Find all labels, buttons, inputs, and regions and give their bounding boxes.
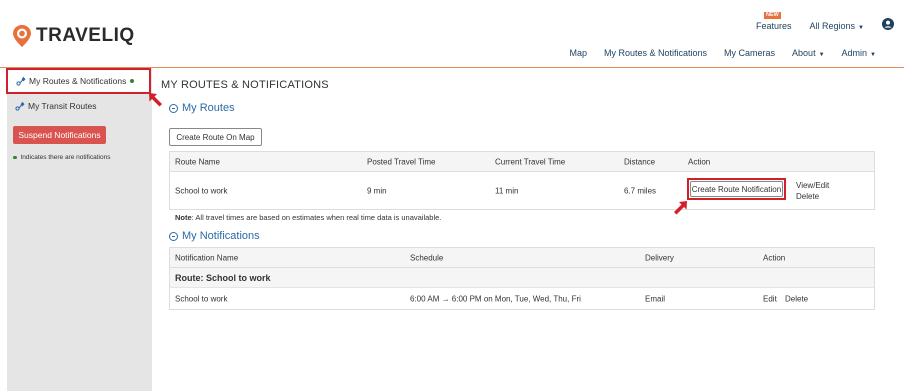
- create-route-notification-highlight: Create Route Notification: [687, 178, 786, 200]
- current-travel-time: 11 min: [495, 186, 519, 195]
- nav-routes[interactable]: My Routes & Notifications: [604, 48, 707, 58]
- user-menu[interactable]: [882, 12, 894, 32]
- nav-admin-label: Admin: [841, 48, 868, 58]
- delete-notification-link[interactable]: Delete: [785, 294, 808, 303]
- features-link[interactable]: NEW Features: [755, 12, 792, 31]
- sidebar-item-transit-routes[interactable]: My Transit Routes: [7, 94, 152, 118]
- distance: 6.7 miles: [624, 186, 657, 195]
- main-nav: Map My Routes & Notifications My Cameras…: [569, 48, 876, 58]
- my-notifications-heading-label: My Notifications: [182, 230, 260, 242]
- traveliq-logo[interactable]: TRAVELIQ: [12, 24, 135, 48]
- posted-travel-time: 9 min: [367, 186, 387, 195]
- nav-map[interactable]: Map: [569, 48, 587, 58]
- nav-admin[interactable]: Admin ▼: [842, 48, 876, 58]
- caret-down-icon: ▼: [858, 25, 864, 31]
- annotation-arrow-icon: [149, 93, 162, 107]
- column-header: Distance: [624, 157, 656, 166]
- notification-hint: Indicates there are notifications: [13, 154, 152, 161]
- nav-about[interactable]: About ▼: [792, 48, 824, 58]
- caret-down-icon: ▼: [870, 52, 876, 58]
- create-route-notification-button[interactable]: Create Route Notification: [690, 181, 783, 197]
- location-pin-logo-icon: [13, 25, 31, 47]
- my-routes-heading[interactable]: My Routes: [169, 102, 235, 114]
- column-header: Current Travel Time: [495, 157, 566, 166]
- nav-cameras[interactable]: My Cameras: [724, 48, 775, 58]
- column-header: Action: [763, 253, 786, 262]
- notification-name: School to work: [175, 294, 228, 303]
- brand-name: TRAVELIQ: [36, 25, 135, 46]
- table-header: Route Name Posted Travel Time Current Tr…: [170, 152, 874, 172]
- annotation-arrow-icon: [674, 201, 687, 215]
- hint-text: Indicates there are notifications: [20, 154, 111, 161]
- edit-notification-link[interactable]: Edit: [763, 294, 777, 303]
- notifications-table: Notification Name Schedule Delivery Acti…: [169, 247, 875, 310]
- page-title: MY ROUTES & NOTIFICATIONS: [161, 79, 329, 91]
- route-icon: [16, 76, 26, 86]
- collapse-circle-icon: [169, 231, 178, 241]
- column-header: Route Name: [175, 157, 220, 166]
- table-row: School to work 6:00 AM → 6:00 PM on Mon,…: [170, 288, 874, 309]
- sidebar: My Routes & Notifications My Transit Rou…: [6, 68, 152, 391]
- table-row: School to work 9 min 11 min 6.7 miles Cr…: [170, 172, 874, 209]
- create-route-on-map-button[interactable]: Create Route On Map: [169, 128, 262, 146]
- group-title: Route: School to work: [175, 272, 271, 283]
- sidebar-item-label: My Routes & Notifications: [29, 76, 127, 86]
- my-routes-heading-label: My Routes: [182, 102, 235, 114]
- table-header: Notification Name Schedule Delivery Acti…: [170, 248, 874, 268]
- transit-route-icon: [15, 101, 25, 111]
- travel-time-note: Note: All travel times are based on esti…: [175, 213, 441, 222]
- sidebar-item-label: My Transit Routes: [28, 101, 97, 111]
- schedule: 6:00 AM → 6:00 PM on Mon, Tue, Wed, Thu,…: [410, 294, 581, 303]
- features-label: Features: [755, 21, 792, 31]
- new-badge: NEW: [763, 12, 781, 19]
- column-header: Action: [688, 157, 711, 166]
- note-text: : All travel times are based on estimate…: [191, 213, 442, 222]
- column-header: Schedule: [410, 253, 444, 262]
- route-name: School to work: [175, 186, 228, 195]
- notification-dot: [130, 79, 135, 83]
- regions-dropdown[interactable]: All Regions ▼: [810, 13, 864, 31]
- my-notifications-heading[interactable]: My Notifications: [169, 230, 260, 242]
- sidebar-item-my-routes[interactable]: My Routes & Notifications: [6, 68, 151, 94]
- collapse-circle-icon: [169, 103, 178, 113]
- header: TRAVELIQ NEW Features All Regions ▼ Map M…: [0, 0, 904, 68]
- column-header: Delivery: [645, 253, 674, 262]
- note-label: Note: [175, 213, 192, 222]
- view-edit-link[interactable]: View/Edit: [796, 180, 829, 191]
- regions-label: All Regions: [809, 21, 856, 31]
- caret-down-icon: ▼: [818, 52, 825, 58]
- suspend-notifications-button[interactable]: Suspend Notifications: [13, 126, 106, 144]
- nav-about-label: About: [792, 48, 816, 58]
- group-row: Route: School to work: [170, 268, 874, 288]
- notification-dot: [13, 155, 17, 160]
- routes-table: Route Name Posted Travel Time Current Tr…: [169, 151, 875, 210]
- column-header: Notification Name: [175, 253, 239, 262]
- user-circle-icon: [882, 18, 894, 30]
- column-header: Posted Travel Time: [367, 157, 436, 166]
- delivery: Email: [645, 294, 666, 303]
- delete-route-link[interactable]: Delete: [796, 191, 819, 202]
